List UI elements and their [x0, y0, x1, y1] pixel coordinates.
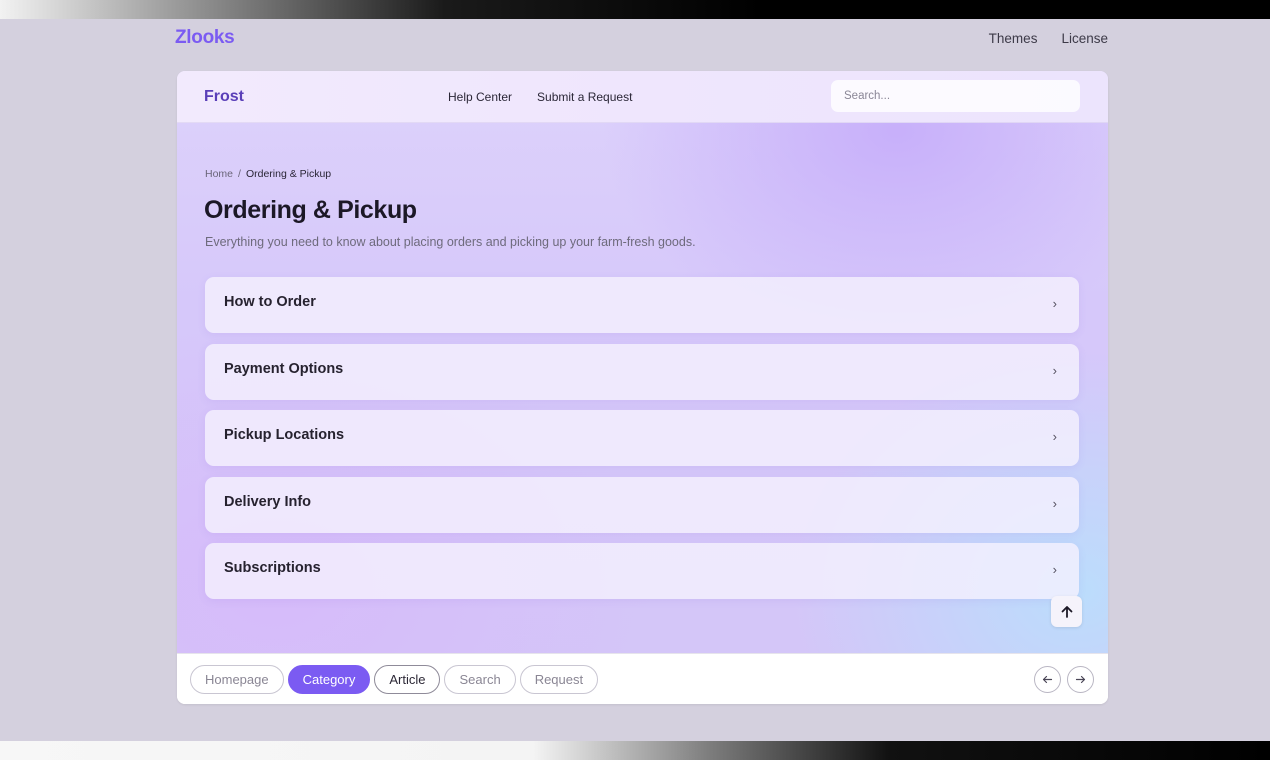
preview-nav: Help Center Submit a Request	[448, 90, 632, 104]
breadcrumb-separator: /	[238, 168, 241, 180]
arrow-up-icon	[1061, 605, 1072, 618]
page-type-tabs: Homepage Category Article Search Request	[190, 665, 599, 694]
section-card-delivery-info[interactable]: Delivery Info ›	[205, 477, 1079, 533]
site-top-nav: Themes License	[989, 31, 1108, 46]
tab-request[interactable]: Request	[519, 665, 599, 694]
breadcrumb-current: Ordering & Pickup	[245, 168, 332, 180]
tab-homepage[interactable]: Homepage	[190, 665, 284, 694]
breadcrumb-home[interactable]: Home	[205, 168, 233, 180]
section-card-label: Payment Options	[224, 361, 344, 377]
next-button[interactable]	[1067, 666, 1094, 693]
section-card-pickup-locations[interactable]: Pickup Locations ›	[205, 410, 1079, 466]
breadcrumb: Home / Ordering & Pickup	[205, 168, 331, 180]
chevron-right-icon: ›	[1052, 296, 1057, 311]
site-brand-logo[interactable]: Zlooks	[175, 27, 235, 49]
section-card-label: How to Order	[224, 294, 316, 310]
preview-hero: Frost Help Center Submit a Request Home …	[177, 71, 1108, 653]
preview-header: Frost Help Center Submit a Request	[177, 71, 1108, 123]
pager-arrows	[1034, 666, 1094, 693]
tab-article[interactable]: Article	[374, 665, 441, 694]
section-card-subscriptions[interactable]: Subscriptions ›	[205, 543, 1079, 599]
scroll-to-top-button[interactable]	[1051, 596, 1082, 627]
section-card-label: Pickup Locations	[224, 427, 345, 443]
chevron-right-icon: ›	[1052, 363, 1057, 378]
section-card-how-to-order[interactable]: How to Order ›	[205, 277, 1079, 333]
bottom-edge-bar	[0, 741, 1270, 760]
tab-category[interactable]: Category	[287, 665, 371, 694]
preview-logo[interactable]: Frost	[204, 88, 244, 106]
nav-link-themes[interactable]: Themes	[989, 31, 1038, 46]
section-card-label: Subscriptions	[224, 560, 321, 576]
nav-link-submit-request[interactable]: Submit a Request	[537, 90, 632, 104]
arrow-right-icon	[1075, 675, 1086, 684]
nav-link-license[interactable]: License	[1061, 31, 1108, 46]
section-card-label: Delivery Info	[224, 494, 312, 510]
previous-button[interactable]	[1034, 666, 1061, 693]
theme-preview-window: Frost Help Center Submit a Request Home …	[177, 71, 1108, 704]
nav-link-help-center[interactable]: Help Center	[448, 90, 512, 104]
chevron-right-icon: ›	[1052, 496, 1057, 511]
search-input[interactable]	[831, 80, 1080, 112]
preview-tab-bar: Homepage Category Article Search Request	[177, 653, 1108, 704]
top-edge-bar	[0, 0, 1270, 19]
tab-search[interactable]: Search	[444, 665, 516, 694]
chevron-right-icon: ›	[1052, 429, 1057, 444]
section-card-payment-options[interactable]: Payment Options ›	[205, 344, 1079, 400]
chevron-right-icon: ›	[1052, 562, 1057, 577]
arrow-left-icon	[1042, 675, 1053, 684]
page-title: Ordering & Pickup	[204, 196, 417, 224]
page-description: Everything you need to know about placin…	[205, 235, 696, 249]
